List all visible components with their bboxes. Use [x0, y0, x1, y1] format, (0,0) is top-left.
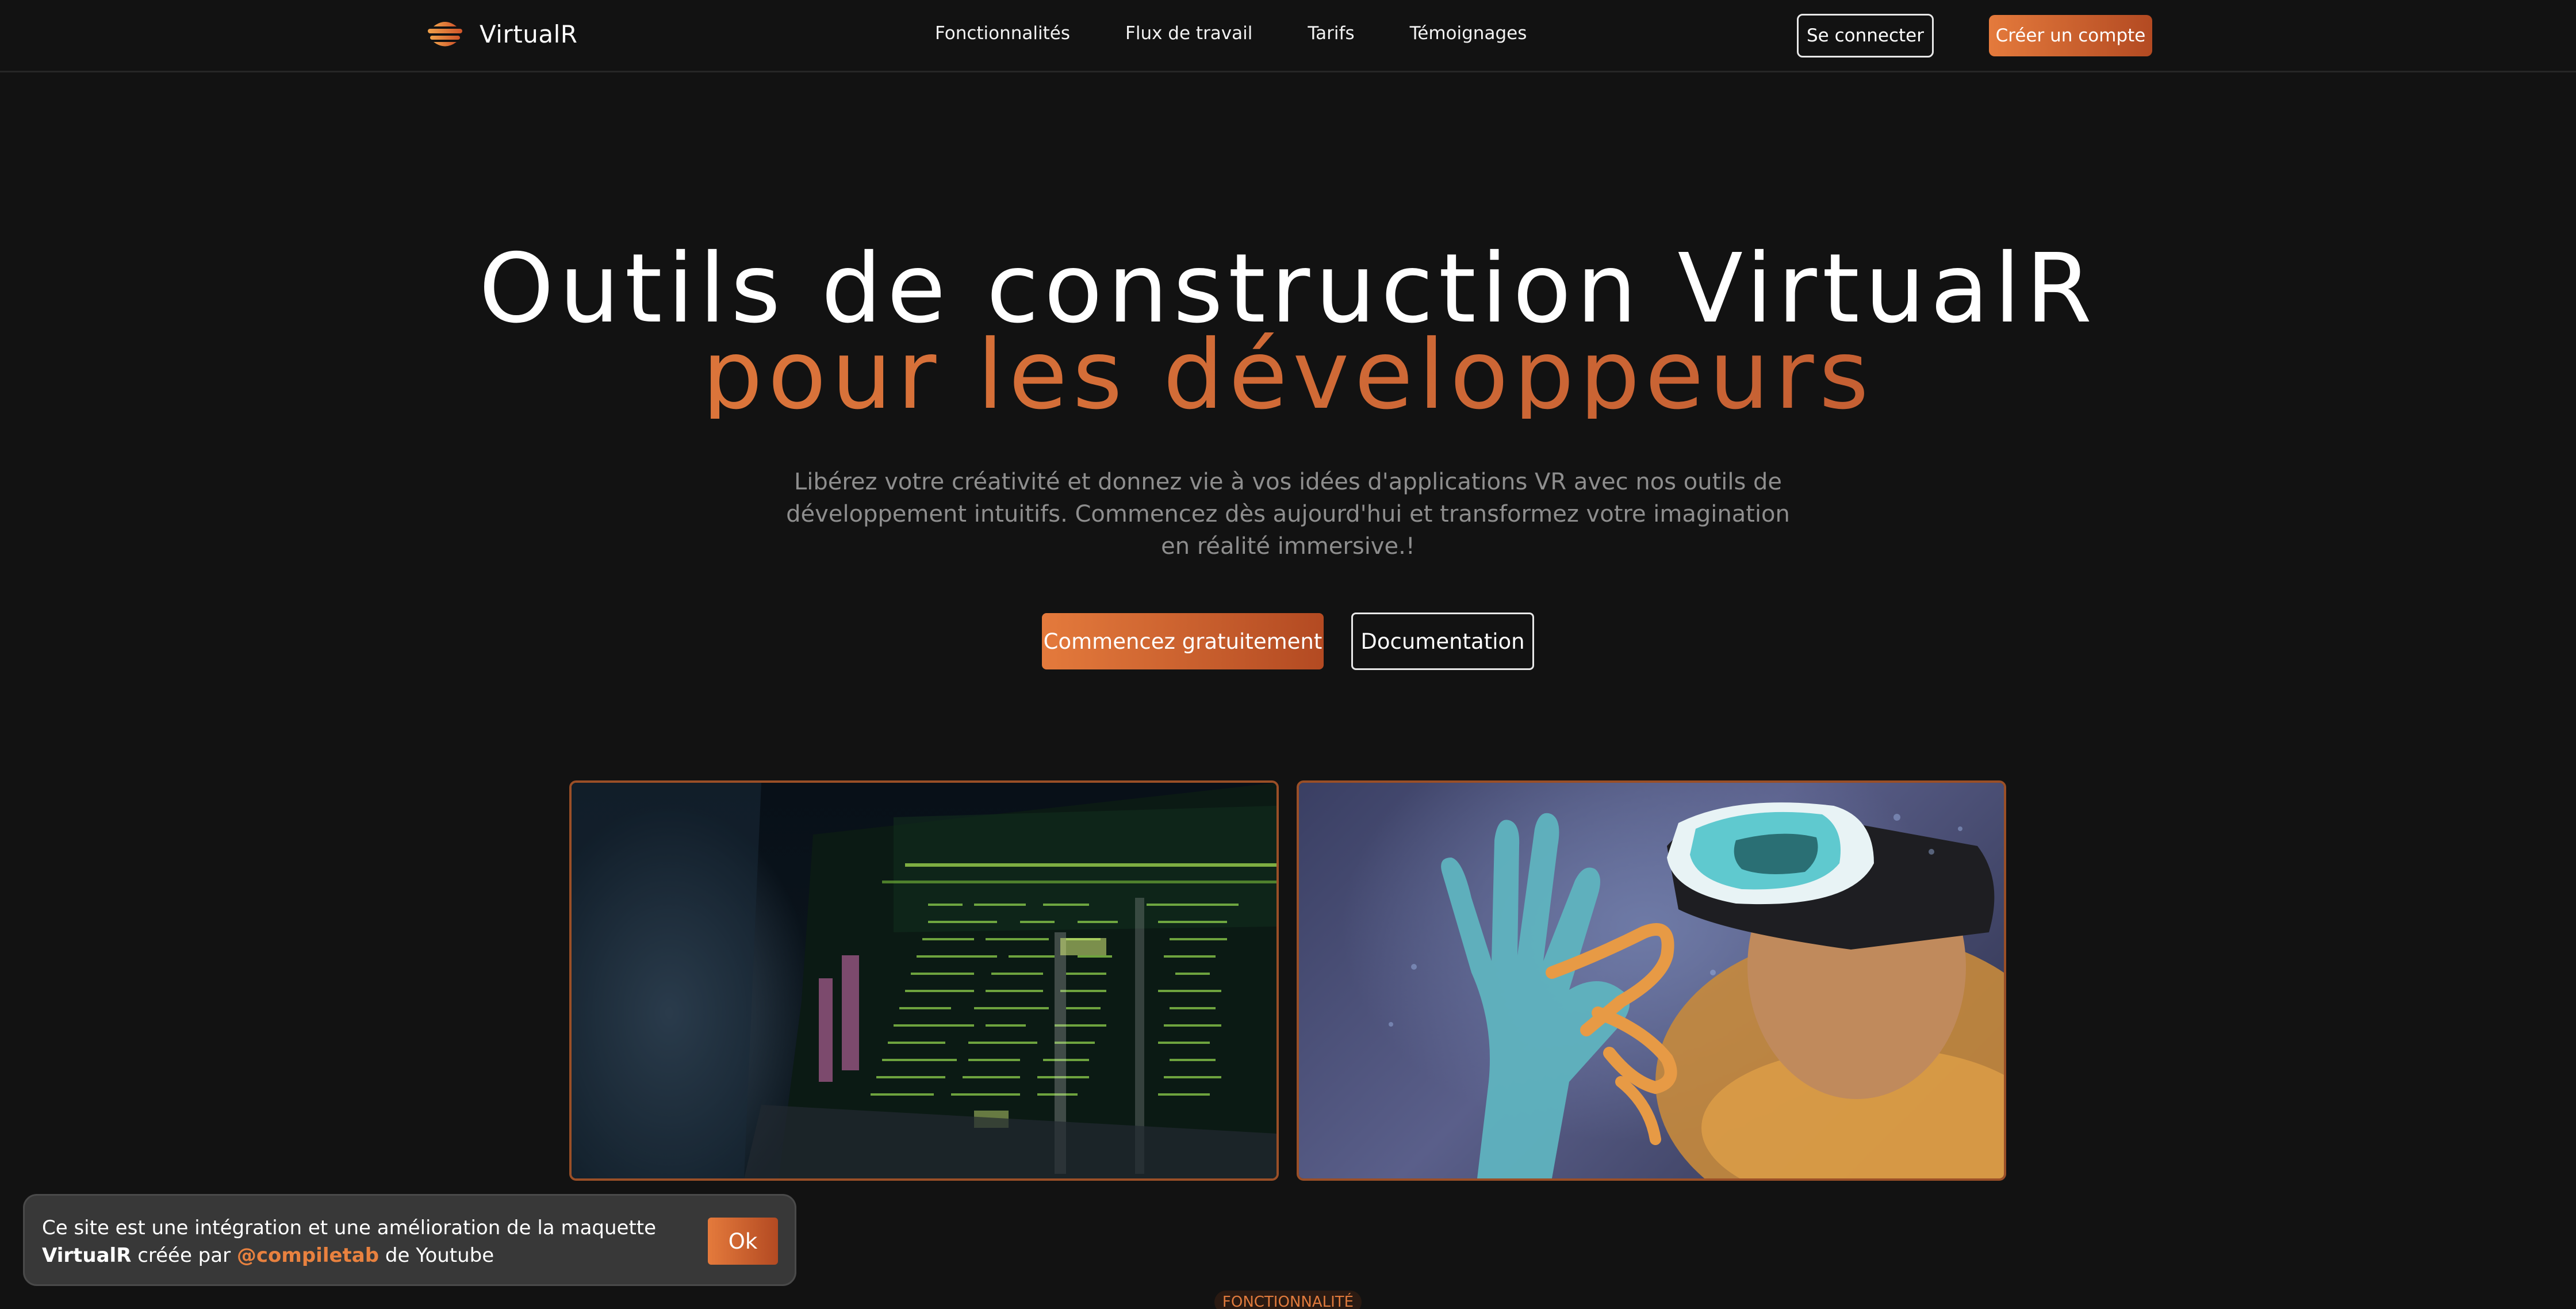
documentation-button[interactable]: Documentation	[1351, 613, 1534, 670]
page: VirtualR Fonctionnalités Flux de travail…	[0, 0, 2576, 1309]
nav-link-fonctionnalites[interactable]: Fonctionnalités	[935, 23, 1070, 44]
credit-notice: Ce site est une intégration et une améli…	[23, 1194, 796, 1286]
hero-title-accent: pour les développeurs	[0, 328, 2576, 423]
notice-text-part3: de Youtube	[385, 1244, 494, 1267]
ok-button[interactable]: Ok	[708, 1218, 778, 1265]
terminal-screen-image	[572, 783, 1276, 1178]
brand-name: VirtualR	[480, 20, 578, 48]
top-navbar: VirtualR Fonctionnalités Flux de travail…	[0, 0, 2576, 72]
vr-headset-image-card	[1297, 780, 2006, 1181]
section-tag: FONCTIONNALITÉ	[1214, 1291, 1362, 1309]
nav-link-flux-de-travail[interactable]: Flux de travail	[1125, 23, 1252, 44]
brand-logo-icon	[428, 22, 462, 47]
brand[interactable]: VirtualR	[425, 18, 577, 49]
notice-text-part2: créée par	[137, 1244, 231, 1267]
nav-link-tarifs[interactable]: Tarifs	[1308, 23, 1354, 44]
signup-button[interactable]: Créer un compte	[1989, 15, 2152, 56]
terminal-image-card	[569, 780, 1279, 1181]
notice-text: Ce site est une intégration et une améli…	[42, 1214, 663, 1269]
notice-text-part1: Ce site est une intégration et une améli…	[42, 1216, 657, 1239]
nav-link-temoignages[interactable]: Témoignages	[1410, 23, 1527, 44]
hero-subtitle: Libérez votre créativité et donnez vie à…	[786, 469, 1790, 560]
author-link[interactable]: @compiletab	[237, 1244, 379, 1267]
nav-links: Fonctionnalités Flux de travail Tarifs T…	[935, 23, 1527, 44]
login-button[interactable]: Se connecter	[1797, 14, 1934, 58]
vr-headset-image	[1299, 783, 2004, 1178]
notice-brand: VirtualR	[42, 1244, 132, 1267]
start-free-button[interactable]: Commencez gratuitement	[1042, 613, 1324, 669]
